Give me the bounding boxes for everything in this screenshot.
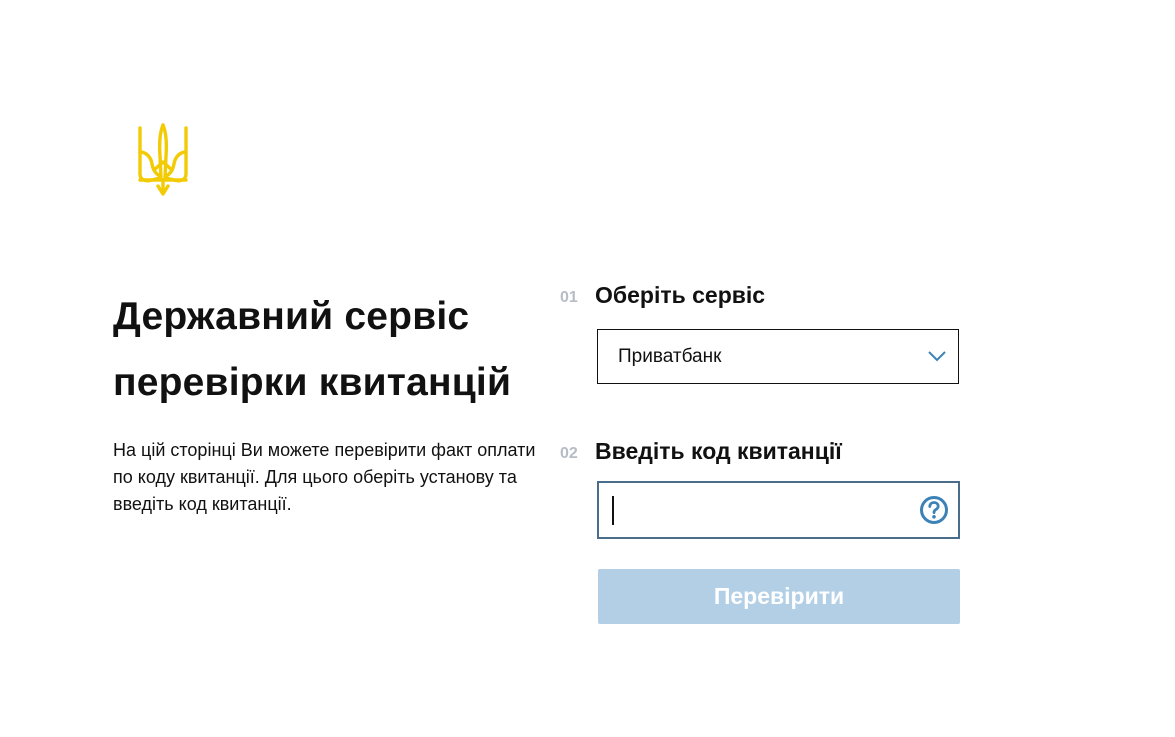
step-number: 01 <box>560 289 578 306</box>
service-select[interactable]: Приватбанк <box>597 329 959 384</box>
receipt-code-input[interactable] <box>597 481 960 539</box>
step-number: 02 <box>560 445 578 462</box>
trident-emblem-icon <box>138 123 188 196</box>
chevron-down-icon <box>928 351 946 362</box>
service-select-value: Приватбанк <box>618 345 722 367</box>
page-title: Державний сервіс перевірки квитанцій <box>113 284 553 416</box>
check-button[interactable]: Перевірити <box>598 569 960 624</box>
page-title-line2: перевірки квитанцій <box>113 361 512 404</box>
page-description: На цій сторінці Ви можете перевірити фак… <box>113 440 536 514</box>
text-caret <box>612 496 614 525</box>
page-title-line1: Державний сервіс <box>113 295 470 338</box>
step-label: Введіть код квитанції <box>595 438 842 464</box>
question-circle-icon[interactable] <box>919 495 949 525</box>
step-label: Оберіть сервіс <box>595 282 766 308</box>
